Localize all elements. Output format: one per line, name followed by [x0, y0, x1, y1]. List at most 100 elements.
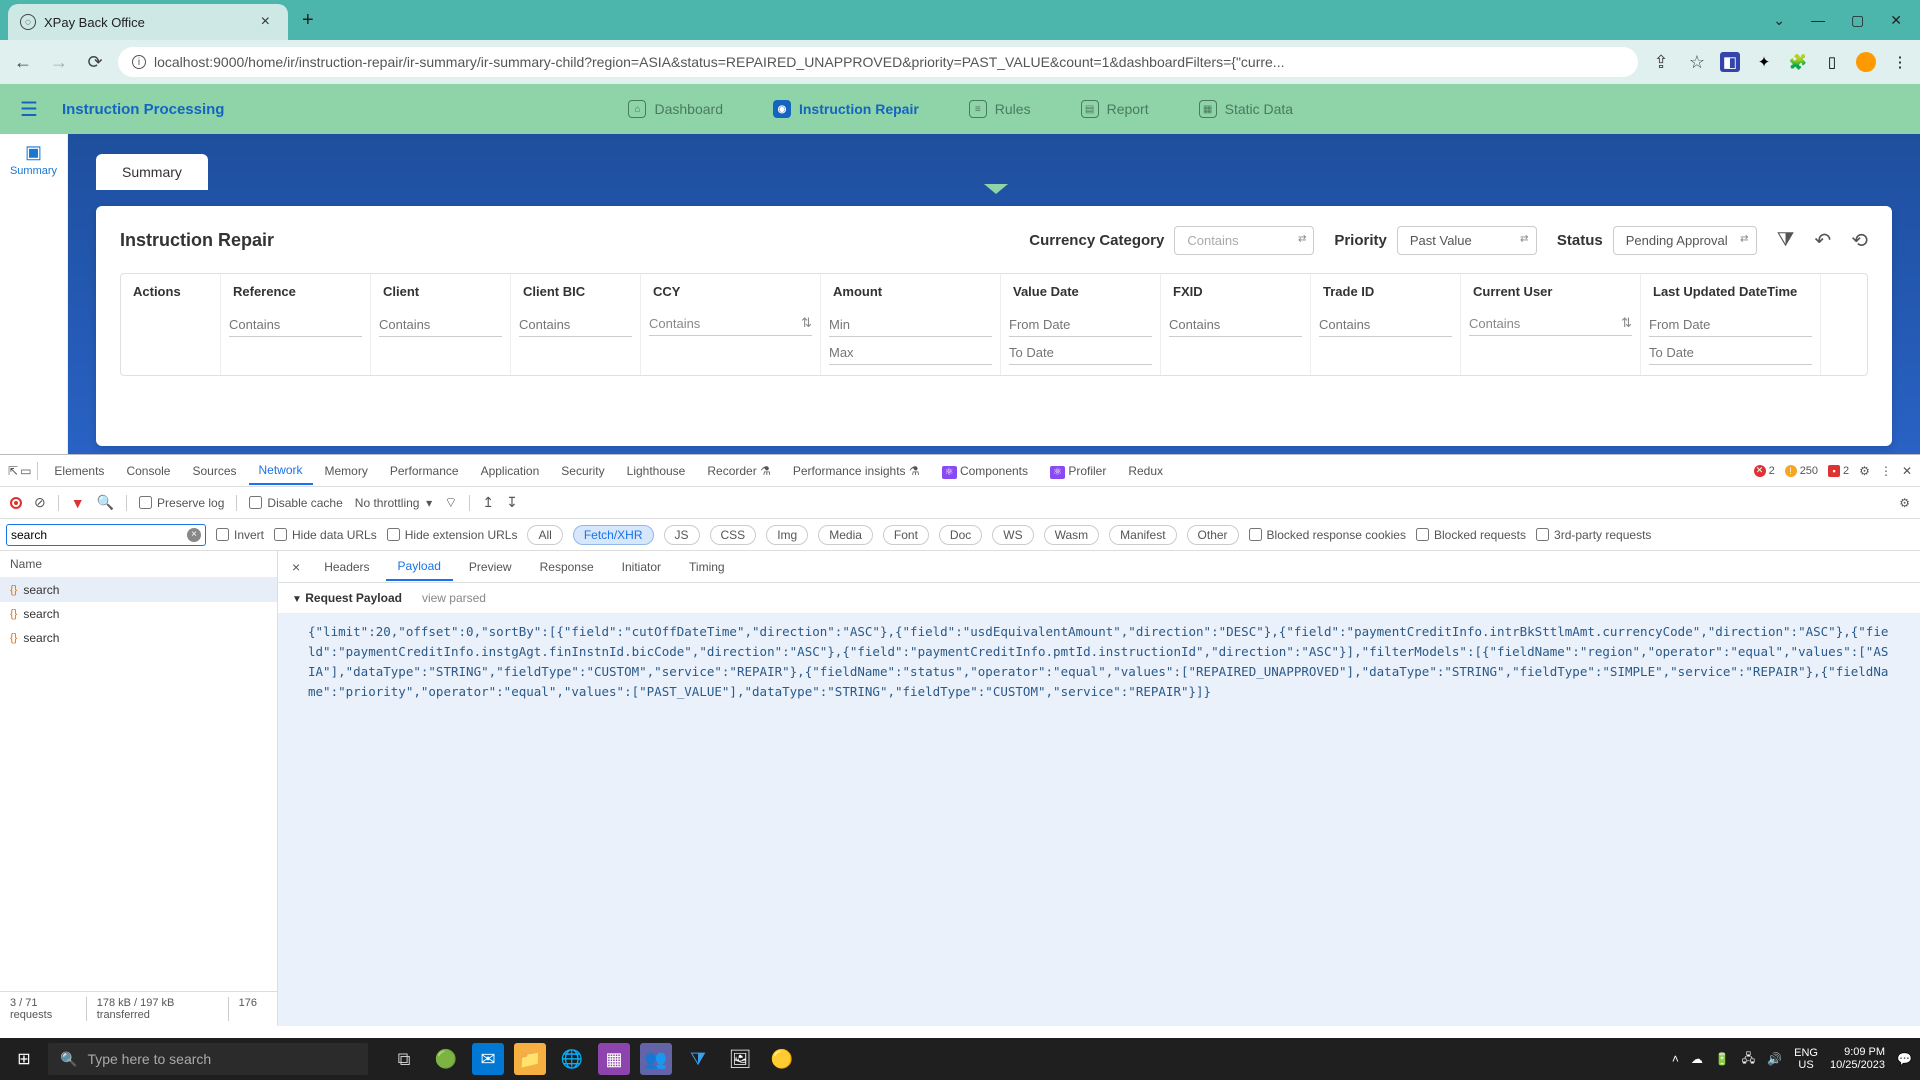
error-badge[interactable]: ✕2: [1754, 465, 1775, 477]
dt-tab-elements[interactable]: Elements: [44, 458, 114, 484]
payload-body[interactable]: {"limit":20,"offset":0,"sortBy":[{"field…: [278, 614, 1920, 1026]
profile-icon[interactable]: [1856, 52, 1876, 72]
battery-icon[interactable]: 🔋: [1715, 1052, 1730, 1066]
outlook-icon[interactable]: ✉: [472, 1043, 504, 1075]
dt-tab-components[interactable]: ⚛ Components: [932, 458, 1038, 484]
col-fxid[interactable]: FXID: [1161, 274, 1311, 309]
dt-tab-lighthouse[interactable]: Lighthouse: [617, 458, 696, 484]
address-bar[interactable]: i localhost:9000/home/ir/instruction-rep…: [118, 47, 1638, 77]
clear-filter-icon[interactable]: ×: [187, 528, 201, 542]
type-css[interactable]: CSS: [710, 525, 757, 545]
nav-instruction-repair[interactable]: ◉Instruction Repair: [773, 100, 919, 118]
extensions-icon[interactable]: 🧩: [1788, 52, 1808, 72]
hide-ext-urls-checkbox[interactable]: Hide extension URLs: [387, 528, 518, 542]
taskview-icon[interactable]: ⧉: [388, 1043, 420, 1075]
invert-checkbox[interactable]: Invert: [216, 528, 264, 542]
refresh-icon[interactable]: ⟲: [1851, 228, 1868, 253]
type-img[interactable]: Img: [766, 525, 808, 545]
chrome-icon[interactable]: 🟢: [430, 1043, 462, 1075]
detail-tab-initiator[interactable]: Initiator: [610, 554, 673, 580]
dt-tab-security[interactable]: Security: [551, 458, 614, 484]
reload-icon[interactable]: ⟳: [82, 52, 108, 73]
network-icon[interactable]: 🖧: [1742, 1049, 1755, 1070]
search-icon[interactable]: 🔍: [97, 494, 114, 511]
inspect-icon[interactable]: ⇱: [8, 464, 18, 478]
filter-updated-to[interactable]: [1649, 341, 1812, 365]
detail-tab-timing[interactable]: Timing: [677, 554, 737, 580]
dt-tab-recorder[interactable]: Recorder ⚗: [697, 458, 780, 484]
type-media[interactable]: Media: [818, 525, 873, 545]
filter-amount-max[interactable]: [829, 341, 992, 365]
record-icon[interactable]: [10, 497, 22, 509]
filter-user[interactable]: Contains⇅: [1469, 313, 1632, 336]
browser-tab[interactable]: ◌ XPay Back Office ×: [8, 4, 288, 40]
edge-icon[interactable]: 🌐: [556, 1043, 588, 1075]
view-parsed-link[interactable]: view parsed: [422, 591, 486, 605]
status-select[interactable]: Pending Approval: [1613, 226, 1757, 255]
wifi-icon[interactable]: ⌔: [444, 494, 457, 512]
settings-gear-icon[interactable]: ⚙: [1899, 496, 1910, 510]
dt-tab-application[interactable]: Application: [471, 458, 550, 484]
app-icon-2[interactable]: 🖼: [724, 1043, 756, 1075]
ext-icon-1[interactable]: ◧: [1720, 52, 1740, 72]
request-list-header[interactable]: Name: [0, 551, 277, 578]
request-item[interactable]: {}search: [0, 602, 277, 626]
filter-ccy[interactable]: Contains⇅: [649, 313, 812, 336]
filter-tradeid[interactable]: [1319, 313, 1452, 337]
filter-fxid[interactable]: [1169, 313, 1302, 337]
start-button[interactable]: ⊞: [0, 1049, 48, 1069]
detail-tab-response[interactable]: Response: [528, 554, 606, 580]
devtools-close-icon[interactable]: ✕: [1902, 464, 1912, 478]
col-actions[interactable]: Actions: [121, 274, 221, 309]
dt-tab-performance[interactable]: Performance: [380, 458, 469, 484]
type-font[interactable]: Font: [883, 525, 929, 545]
disable-cache-checkbox[interactable]: Disable cache: [249, 496, 342, 510]
side-panel-icon[interactable]: ▯: [1822, 52, 1842, 72]
filter-off-icon[interactable]: ⧩: [1777, 229, 1795, 252]
col-client[interactable]: Client: [371, 274, 511, 309]
blocked-requests-checkbox[interactable]: Blocked requests: [1416, 528, 1526, 542]
throttle-select[interactable]: No throttling ▾: [355, 496, 432, 510]
explorer-icon[interactable]: 📁: [514, 1043, 546, 1075]
detail-tab-preview[interactable]: Preview: [457, 554, 524, 580]
col-tradeid[interactable]: Trade ID: [1311, 274, 1461, 309]
nav-report[interactable]: ▤Report: [1081, 100, 1149, 118]
minimize-icon[interactable]: —: [1811, 12, 1825, 29]
volume-icon[interactable]: 🔊: [1767, 1052, 1782, 1066]
undo-icon[interactable]: ↶: [1814, 228, 1831, 253]
ext-icon-2[interactable]: ✦: [1754, 52, 1774, 72]
bookmark-icon[interactable]: ☆: [1684, 52, 1710, 73]
request-item[interactable]: {}search: [0, 626, 277, 650]
hamburger-icon[interactable]: ☰: [20, 97, 38, 122]
notifications-icon[interactable]: 💬: [1897, 1052, 1912, 1066]
dt-tab-redux[interactable]: Redux: [1118, 458, 1173, 484]
type-js[interactable]: JS: [664, 525, 700, 545]
site-info-icon[interactable]: i: [132, 55, 146, 69]
maximize-icon[interactable]: ▢: [1851, 12, 1864, 29]
sidebar-summary[interactable]: ▣ Summary: [0, 134, 68, 454]
type-fetchxhr[interactable]: Fetch/XHR: [573, 525, 654, 545]
type-ws[interactable]: WS: [992, 525, 1033, 545]
language-indicator[interactable]: ENG US: [1794, 1047, 1818, 1071]
forward-icon[interactable]: →: [46, 52, 72, 73]
dt-tab-console[interactable]: Console: [116, 458, 180, 484]
hide-data-urls-checkbox[interactable]: Hide data URLs: [274, 528, 377, 542]
currency-select[interactable]: Contains: [1174, 226, 1314, 255]
type-manifest[interactable]: Manifest: [1109, 525, 1176, 545]
col-ccy[interactable]: CCY: [641, 274, 821, 309]
dt-tab-memory[interactable]: Memory: [315, 458, 378, 484]
col-reference[interactable]: Reference: [221, 274, 371, 309]
weather-icon[interactable]: ☁: [1691, 1052, 1703, 1066]
share-icon[interactable]: ⇪: [1648, 52, 1674, 73]
taskbar-search[interactable]: 🔍 Type here to search: [48, 1043, 368, 1075]
nav-rules[interactable]: ≡Rules: [969, 100, 1031, 118]
network-filter-input[interactable]: ×: [6, 524, 206, 546]
col-user[interactable]: Current User: [1461, 274, 1641, 309]
preserve-log-checkbox[interactable]: Preserve log: [139, 496, 224, 510]
chevron-down-icon[interactable]: ⌄: [1773, 12, 1785, 29]
detail-tab-payload[interactable]: Payload: [386, 553, 453, 581]
col-clientbic[interactable]: Client BIC: [511, 274, 641, 309]
tab-close-icon[interactable]: ×: [255, 13, 276, 31]
nav-static-data[interactable]: ▦Static Data: [1199, 100, 1293, 118]
more-icon[interactable]: ⋮: [1880, 464, 1892, 478]
